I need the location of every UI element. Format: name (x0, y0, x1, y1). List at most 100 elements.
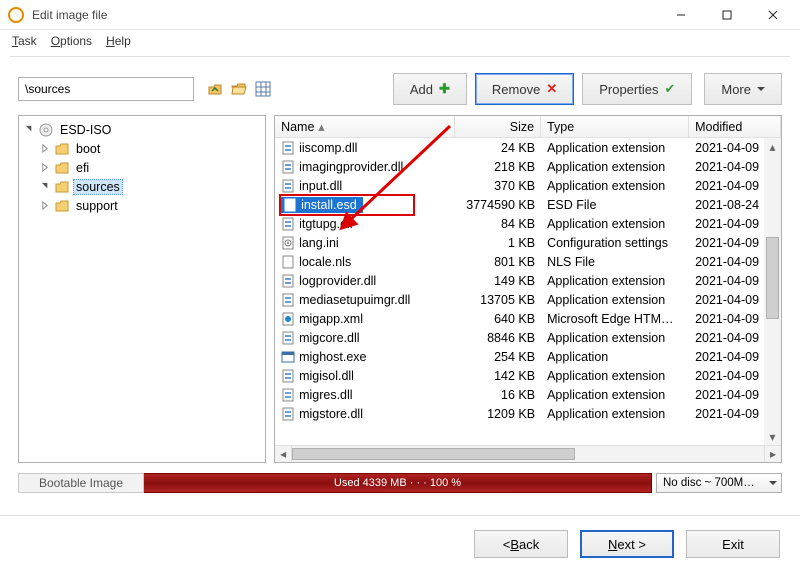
properties-label: Properties (599, 82, 658, 97)
file-row[interactable]: iiscomp.dll24 KBApplication extension202… (275, 138, 781, 157)
add-label: Add (410, 82, 433, 97)
expand-icon[interactable] (39, 162, 51, 174)
path-input[interactable]: \sources (18, 77, 194, 101)
file-row[interactable]: migstore.dll1209 KBApplication extension… (275, 404, 781, 423)
menu-options[interactable]: Options (45, 32, 98, 50)
file-row[interactable]: lang.ini1 KBConfiguration settings2021-0… (275, 233, 781, 252)
expand-icon[interactable] (39, 200, 51, 212)
file-row[interactable]: migcore.dll8846 KBApplication extension2… (275, 328, 781, 347)
plus-icon: ✚ (439, 81, 450, 97)
folder-icon (55, 162, 69, 174)
col-size[interactable]: Size (455, 116, 541, 137)
more-button[interactable]: More (704, 73, 782, 105)
file-icon (281, 407, 295, 421)
collapse-icon[interactable] (23, 124, 35, 136)
file-row[interactable]: migres.dll16 KBApplication extension2021… (275, 385, 781, 404)
file-name: install.esd (275, 197, 455, 213)
x-icon: ✕ (546, 81, 557, 97)
file-row[interactable]: mighost.exe254 KBApplication2021-04-09 … (275, 347, 781, 366)
file-row[interactable]: imagingprovider.dll218 KBApplication ext… (275, 157, 781, 176)
file-icon (281, 350, 295, 364)
expand-icon[interactable] (39, 181, 51, 193)
tree-item-support[interactable]: support (21, 196, 263, 215)
file-row[interactable]: input.dll370 KBApplication extension2021… (275, 176, 781, 195)
file-type: Application extension (541, 179, 689, 193)
folder-tree[interactable]: ESD-ISO boot efisources support (18, 115, 266, 463)
col-type[interactable]: Type (541, 116, 689, 137)
tree-item-label: boot (73, 141, 103, 157)
scroll-left-icon[interactable]: ◂ (275, 446, 292, 462)
horizontal-scrollbar[interactable]: ◂ ▸ (275, 445, 781, 462)
menu-task[interactable]: Task (6, 32, 43, 50)
path-toolbar (206, 80, 272, 98)
file-row[interactable]: install.esd3774590 KBESD File2021-08-24 … (275, 195, 781, 214)
exit-button[interactable]: Exit (686, 530, 780, 558)
footer: < Back Next > Exit (0, 516, 800, 572)
file-type: Application extension (541, 217, 689, 231)
add-button[interactable]: Add ✚ (393, 73, 467, 105)
disc-size-select[interactable]: No disc ~ 700M… (656, 473, 782, 493)
scroll-thumb[interactable] (766, 237, 779, 319)
file-list-header: Name▴ Size Type Modified (275, 116, 781, 138)
file-type: Application extension (541, 274, 689, 288)
tree-item-label: efi (73, 160, 92, 176)
file-row[interactable]: locale.nls801 KBNLS File2021-04-09 … (275, 252, 781, 271)
file-size: 3774590 KB (455, 198, 541, 212)
file-list-body[interactable]: iiscomp.dll24 KBApplication extension202… (275, 138, 781, 445)
file-name: lang.ini (275, 236, 455, 250)
file-name: itgtupg.dll (275, 217, 455, 231)
file-row[interactable]: migapp.xml640 KBMicrosoft Edge HTM…2021-… (275, 309, 781, 328)
file-size: 13705 KB (455, 293, 541, 307)
sort-asc-icon: ▴ (318, 119, 324, 134)
next-button[interactable]: Next > (580, 530, 674, 558)
folder-open-icon[interactable] (230, 80, 248, 98)
file-row[interactable]: itgtupg.dll84 KBApplication extension202… (275, 214, 781, 233)
file-size: 1209 KB (455, 407, 541, 421)
file-list: Name▴ Size Type Modified iiscomp.dll24 K… (274, 115, 782, 463)
file-name: input.dll (275, 179, 455, 193)
minimize-button[interactable] (658, 0, 704, 30)
file-name: migstore.dll (275, 407, 455, 421)
chevron-down-icon (757, 87, 765, 95)
scroll-up-icon[interactable]: ▴ (764, 138, 781, 155)
file-row[interactable]: logprovider.dll149 KBApplication extensi… (275, 271, 781, 290)
menu-help[interactable]: Help (100, 32, 137, 50)
file-type: Application extension (541, 331, 689, 345)
file-size: 370 KB (455, 179, 541, 193)
file-icon (281, 236, 295, 250)
vertical-scrollbar[interactable]: ▴ ▾ (764, 138, 781, 445)
file-size: 8846 KB (455, 331, 541, 345)
remove-button[interactable]: Remove ✕ (475, 73, 574, 105)
scroll-down-icon[interactable]: ▾ (764, 428, 781, 445)
file-name: locale.nls (275, 255, 455, 269)
file-row[interactable]: mediasetupuimgr.dll13705 KBApplication e… (275, 290, 781, 309)
file-icon (281, 179, 295, 193)
folder-icon (55, 143, 69, 155)
folder-icon (55, 200, 69, 212)
expand-icon[interactable] (39, 143, 51, 155)
tree-item-efi[interactable]: efi (21, 158, 263, 177)
file-row[interactable]: migisol.dll142 KBApplication extension20… (275, 366, 781, 385)
back-button[interactable]: < Back (474, 530, 568, 558)
up-folder-icon[interactable] (206, 80, 224, 98)
maximize-button[interactable] (704, 0, 750, 30)
tree-item-label: support (73, 198, 121, 214)
file-name: imagingprovider.dll (275, 160, 455, 174)
properties-button[interactable]: Properties ✔ (582, 73, 692, 105)
tree-item-boot[interactable]: boot (21, 139, 263, 158)
col-name[interactable]: Name▴ (275, 116, 455, 137)
hscroll-thumb[interactable] (292, 448, 575, 460)
file-type: Application extension (541, 160, 689, 174)
tree-item-sources[interactable]: sources (21, 177, 263, 196)
close-button[interactable] (750, 0, 796, 30)
file-icon (281, 369, 295, 383)
file-size: 254 KB (455, 350, 541, 364)
file-name: mediasetupuimgr.dll (275, 293, 455, 307)
file-name: migres.dll (275, 388, 455, 402)
status-row: Bootable Image Used 4339 MB · · · 100 % … (18, 473, 782, 493)
file-type: Application (541, 350, 689, 364)
col-modified[interactable]: Modified (689, 116, 781, 137)
grid-view-icon[interactable] (254, 80, 272, 98)
scroll-right-icon[interactable]: ▸ (764, 446, 781, 462)
tree-root[interactable]: ESD-ISO (21, 120, 263, 139)
